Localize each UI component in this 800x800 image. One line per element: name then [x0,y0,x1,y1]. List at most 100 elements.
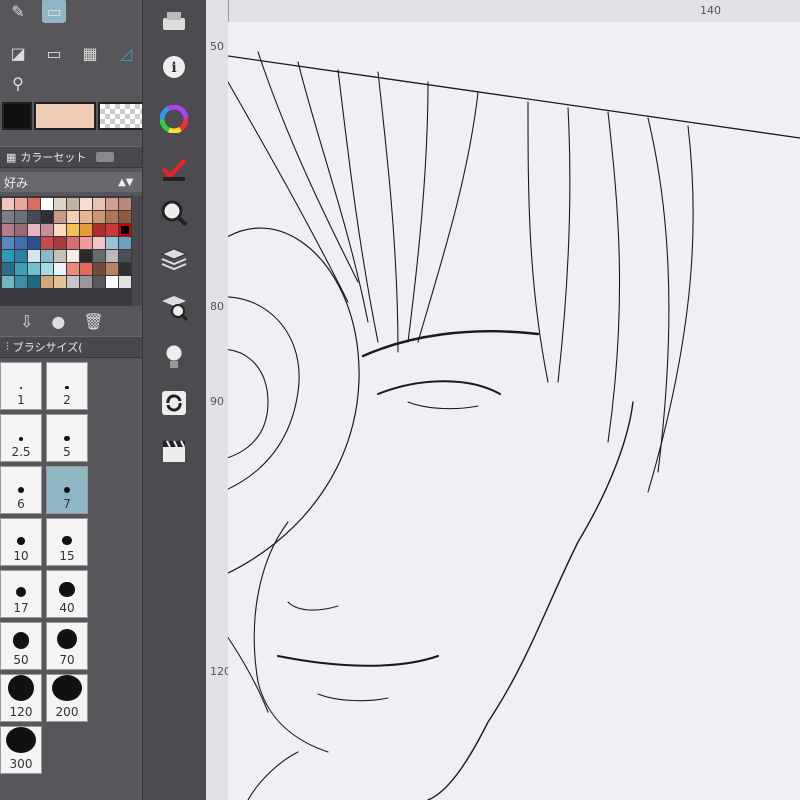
brush-size-option[interactable]: 2.5 [0,414,42,462]
palette-swatch[interactable] [119,237,131,249]
palette-swatch[interactable] [15,276,27,288]
brush-size-option[interactable]: 1 [0,362,42,410]
palette-swatch[interactable] [80,224,92,236]
palette-swatch[interactable] [93,211,105,223]
palette-swatch[interactable] [93,198,105,210]
palette-swatch[interactable] [80,276,92,288]
palette-swatch[interactable] [80,237,92,249]
palette-swatch[interactable] [54,237,66,249]
palette-swatch[interactable] [15,198,27,210]
palette-swatch[interactable] [106,250,118,262]
brush-size-option[interactable]: 40 [46,570,88,618]
palette-swatch[interactable] [54,211,66,223]
palette-swatch[interactable] [28,198,40,210]
frame-icon[interactable]: ▦ [78,41,102,65]
trash-icon[interactable]: 🗑 [83,312,103,331]
palette-swatch[interactable] [93,250,105,262]
palette-swatch[interactable] [41,237,53,249]
palette-swatch[interactable] [41,250,53,262]
brush-size-option[interactable]: 120 [0,674,42,722]
pen-icon[interactable]: ✎ [6,0,30,23]
palette-swatch[interactable] [80,263,92,275]
palette-swatch[interactable] [67,211,79,223]
palette-swatch[interactable] [15,224,27,236]
palette-swatch[interactable] [119,211,131,223]
palette-swatch[interactable] [2,250,14,262]
add-to-palette-icon[interactable]: ⇩ [20,312,33,331]
main-color-swatch[interactable] [2,102,32,130]
eraser-icon[interactable]: ▭ [42,0,66,23]
brush-size-option[interactable]: 300 [0,726,42,774]
palette-swatch[interactable] [106,198,118,210]
palette-swatch[interactable] [2,263,14,275]
palette-swatch[interactable] [67,263,79,275]
palette-swatch[interactable] [119,250,131,262]
palette-swatch[interactable] [93,237,105,249]
palette-swatch[interactable] [15,211,27,223]
palette-swatch[interactable] [2,224,14,236]
palette-swatch[interactable] [119,276,131,288]
palette-swatch[interactable] [80,211,92,223]
checkmark-icon[interactable] [159,154,189,184]
palette-swatch[interactable] [67,237,79,249]
palette-swatch[interactable] [41,211,53,223]
brush-size-option[interactable]: 2 [46,362,88,410]
layer-search-icon[interactable] [159,292,189,322]
brush-size-option[interactable]: 5 [46,414,88,462]
brush-size-option[interactable]: 10 [0,518,42,566]
eyedropper-icon[interactable]: ⚲ [6,71,30,95]
sync-icon[interactable] [159,388,189,418]
palette-swatch[interactable] [28,211,40,223]
palette-swatch[interactable] [41,198,53,210]
palette-swatch[interactable] [80,198,92,210]
palette-swatch[interactable] [67,250,79,262]
palette-swatch[interactable] [54,224,66,236]
search-icon[interactable] [159,198,189,228]
ruler-icon[interactable]: ◿ [114,41,138,65]
palette-swatch[interactable] [106,237,118,249]
palette-swatch[interactable] [67,198,79,210]
palette-swatch[interactable] [15,250,27,262]
brush-size-option[interactable]: 17 [0,570,42,618]
layer-export-icon[interactable] [159,6,189,36]
drawing-canvas[interactable] [228,22,800,800]
palette-swatch[interactable] [67,224,79,236]
palette-swatch[interactable] [80,250,92,262]
palette-swatch[interactable] [15,263,27,275]
palette-swatch[interactable] [15,237,27,249]
palette-swatch[interactable] [93,276,105,288]
clapper-icon[interactable] [159,436,189,466]
drop-add-icon[interactable]: ● [51,312,65,331]
brush-size-option[interactable]: 50 [0,622,42,670]
palette-swatch[interactable] [41,276,53,288]
layers-icon[interactable] [159,244,189,274]
palette-swatch[interactable] [106,224,118,236]
brush-size-option[interactable]: 15 [46,518,88,566]
palette-swatch[interactable] [67,276,79,288]
panel-menu-icon[interactable] [96,152,115,162]
palette-swatch[interactable] [2,237,14,249]
palette-swatch[interactable] [54,250,66,262]
palette-swatch[interactable] [28,237,40,249]
palette-swatch[interactable] [28,250,40,262]
palette-swatch[interactable] [106,211,118,223]
palette-swatch[interactable] [41,224,53,236]
palette-swatch[interactable] [28,276,40,288]
info-icon[interactable]: i [159,52,189,82]
palette-swatch[interactable] [28,263,40,275]
palette-swatch[interactable] [93,263,105,275]
palette-swatch[interactable] [2,211,14,223]
brush-size-option[interactable]: 200 [46,674,88,722]
palette-swatch[interactable] [2,276,14,288]
palette-swatch[interactable] [54,276,66,288]
lightbulb-icon[interactable] [159,342,189,372]
palette-swatch[interactable] [28,224,40,236]
palette-swatch[interactable] [106,276,118,288]
palette-swatch[interactable] [93,224,105,236]
brush-size-option[interactable]: 70 [46,622,88,670]
color-wheel-icon[interactable] [159,104,189,134]
brush-size-option[interactable]: 7 [46,466,88,514]
sub-color-swatch[interactable] [34,102,96,130]
rect-icon[interactable]: ▭ [42,41,66,65]
palette-swatch[interactable] [2,198,14,210]
